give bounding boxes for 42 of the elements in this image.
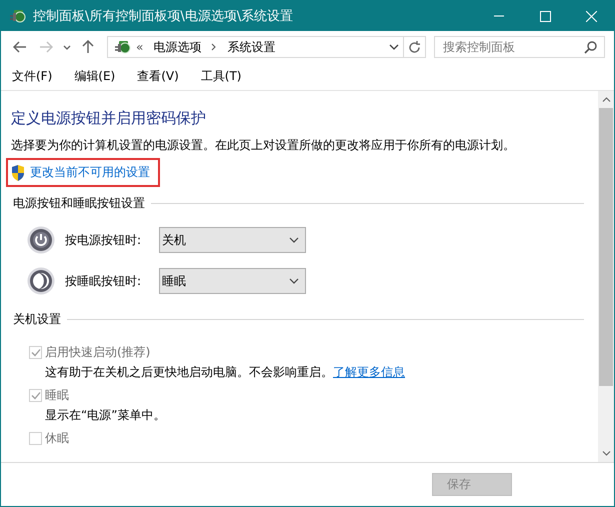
overflow-chevron[interactable]: « (136, 40, 144, 54)
setting-label: 按电源按钮时: (65, 232, 142, 248)
dropdown-icon (289, 278, 299, 284)
menu-item[interactable]: 查看(V) (131, 66, 185, 87)
left-arrow-icon (13, 40, 27, 54)
address-bar[interactable]: « 电源选项 系统设置 (107, 36, 404, 58)
power-icon (27, 226, 55, 254)
setting-label: 按睡眠按钮时: (65, 272, 142, 290)
chevron-icon (211, 43, 218, 51)
section-title: 关机设置 (13, 311, 61, 328)
option-label: 启用快速启动(推荐) (45, 344, 150, 360)
window-title: 控制面板\所有控制面板项\电源选项\系统设置 (33, 8, 294, 25)
menu-item[interactable]: 文件(F) (6, 66, 58, 87)
menu-item[interactable]: 编辑(E) (68, 66, 122, 87)
maximize-icon (540, 10, 550, 22)
section-title: 电源按钮和睡眠按钮设置 (13, 195, 145, 212)
moon-icon (27, 267, 55, 295)
refresh-icon (408, 40, 421, 54)
change-settings-link[interactable]: 更改当前不可用的设置 (30, 164, 150, 181)
close-icon (586, 10, 596, 22)
right-arrow-icon (39, 40, 53, 54)
dropdown-icon (289, 237, 299, 243)
control-panel-icon (114, 39, 132, 55)
option-label: 休眠 (45, 430, 69, 446)
scrollbar[interactable] (598, 91, 614, 462)
search-icon[interactable] (584, 41, 597, 54)
breadcrumb[interactable]: 电源选项 (153, 38, 202, 56)
control-panel-icon (9, 8, 27, 24)
up-arrow-icon (81, 40, 95, 54)
option-label: 睡眠 (45, 386, 69, 404)
search-field[interactable]: 搜索控制面板 (434, 36, 605, 58)
shield-icon (11, 164, 25, 180)
breadcrumb[interactable]: 系统设置 (227, 38, 276, 56)
page-description: 选择要为你的计算机设置的电源设置。在此页上对设置所做的更改将应用于你所有的电源计划。 (11, 137, 516, 154)
dropdown[interactable]: 关机 (159, 227, 306, 253)
dropdown[interactable]: 睡眠 (159, 268, 306, 294)
option-description: 显示在“电源”菜单中。 (45, 407, 166, 424)
refresh-button[interactable] (404, 36, 426, 58)
page-heading: 定义电源按钮并启用密码保护 (11, 109, 207, 128)
menu-item[interactable]: 工具(T) (194, 66, 248, 87)
dropdown-icon[interactable] (389, 44, 399, 50)
option-description: 这有助于在关机之后更快地启动电脑。不会影响重启。了解更多信息 (45, 364, 406, 381)
